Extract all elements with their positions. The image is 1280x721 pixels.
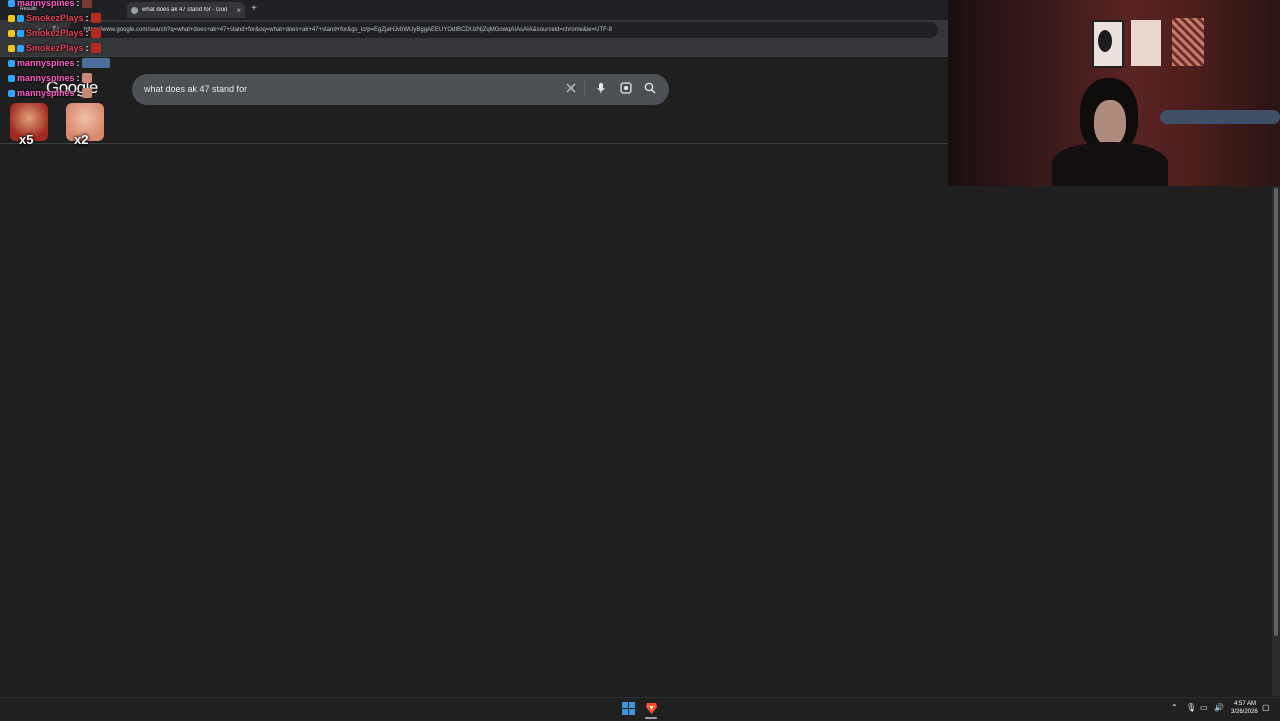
badge-icon [17,44,24,52]
chat-colon: : [76,0,80,8]
scrollbar-thumb[interactable] [1274,188,1278,636]
emote-count: x2 [74,132,89,147]
emote-count: x5 [19,132,34,147]
mic-icon[interactable] [594,81,608,95]
chat-message: mannyspines: [8,0,92,8]
wall-art [1098,30,1112,52]
chat-message: SmokezPlays: [8,43,101,53]
microphone-arm [1160,110,1280,124]
tab-active[interactable]: what does ak 47 stand for - Goo × [127,2,245,18]
notification-icon[interactable]: ▢ [1262,703,1270,712]
brave-browser-icon[interactable] [645,701,658,715]
windows-start-icon[interactable] [622,702,635,715]
chevron-up-icon[interactable]: ⌃ [1171,703,1178,712]
badge-icon [8,29,15,37]
badge-icon [17,29,24,37]
search-icon[interactable] [643,81,657,95]
chat-username: mannyspines [17,58,75,68]
address-url: https://www.google.com/search?q=what+doe… [84,27,613,33]
chat-message: SmokezPlays: [8,28,101,38]
chat-username: SmokezPlays [26,13,84,23]
chat-username: SmokezPlays [26,28,84,38]
chat-message: SmokezPlays: [8,13,101,23]
tab-close-button[interactable]: × [236,6,241,15]
network-icon[interactable]: ▭ [1200,703,1208,712]
chat-username: mannyspines [17,88,75,98]
emote-icon [81,88,92,98]
emote-icon [81,0,92,8]
emote-icon [90,13,101,23]
clock-date[interactable]: 3/26/2026 [1231,709,1258,715]
chat-message: mannyspines: [8,73,92,83]
chat-username: mannyspines [17,73,75,83]
badge-icon [8,44,15,52]
chat-colon: : [76,58,80,68]
chat-message: mannyspines: [8,88,92,98]
badge-icon [8,59,15,67]
new-tab-button[interactable]: + [251,3,257,14]
chat-colon: : [85,13,89,23]
search-divider [584,81,585,95]
person-shirt [1052,142,1168,186]
close-icon[interactable] [564,81,578,95]
chat-overlay: Results mannyspines: SmokezPlays: Smokez… [0,0,135,150]
badge-icon [8,74,15,82]
emote-icon [81,73,92,83]
speaker-icon[interactable]: 🔊 [1214,703,1224,712]
chat-colon: : [76,73,80,83]
chat-colon: : [85,43,89,53]
bookmarks-bar [0,40,948,57]
wall-frame [1172,18,1204,66]
badge-icon [17,14,24,22]
chat-username: mannyspines [17,0,75,8]
badge-icon [8,89,15,97]
chat-message: mannyspines: [8,58,110,68]
wall-frame [1131,20,1161,66]
active-app-indicator [645,717,657,719]
emote-icon [90,43,101,53]
emote-icon [90,28,101,38]
webcam-feed [948,0,1280,186]
badge-icon [8,14,15,22]
lens-icon[interactable] [619,81,633,95]
chat-colon: : [76,88,80,98]
address-bar[interactable]: https://www.google.com/search?q=what+doe… [68,22,938,38]
tab-title: what does ak 47 stand for - Goo [142,7,228,13]
search-query-text[interactable]: what does ak 47 stand for [144,84,247,94]
chat-username: SmokezPlays [26,43,84,53]
clock-time[interactable]: 4:57 AM [1234,701,1256,707]
header-divider [0,143,948,144]
taskbar [0,697,1280,721]
badge-icon [8,0,15,7]
person-face [1094,100,1126,146]
emote-icon [81,58,110,68]
chat-colon: : [85,28,89,38]
mic-tray-icon[interactable]: 🎙 [1186,703,1196,712]
